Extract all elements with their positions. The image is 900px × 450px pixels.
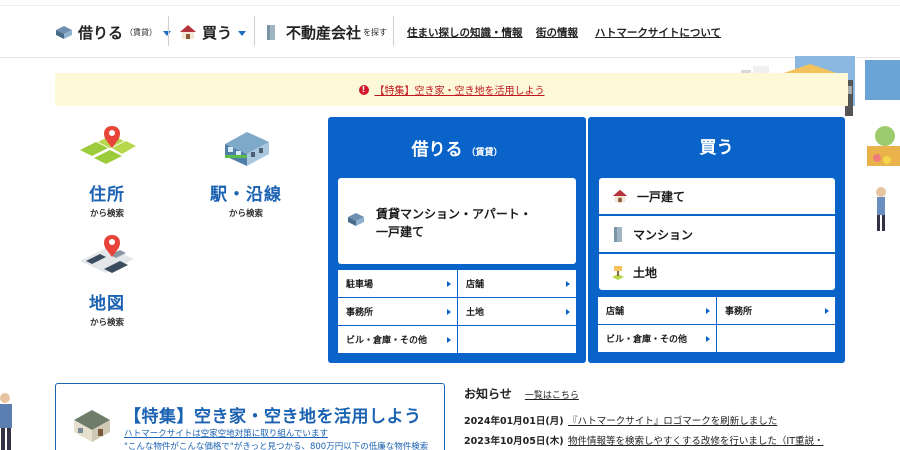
rent-panel-title: 借りる <box>411 140 463 160</box>
nav-company-button[interactable]: 不動産会社 を探す <box>264 20 387 44</box>
feature-title: 【特集】空き家・空き地を活用しよう <box>124 407 422 427</box>
search-map-title: 地図 <box>89 294 125 314</box>
nav-rent-sub: （賃貸） <box>125 27 158 37</box>
rent-apartment-line1: 賃貸マンション・アパート・ <box>376 207 532 221</box>
vacant-house-icon <box>74 410 110 442</box>
nav-about-link[interactable]: ハトマークサイトについて <box>595 25 721 40</box>
feature-line2-link[interactable]: "こんな物件がこんな価格で"がきっと見つかる、800万円以下の低廉な物件検索 <box>124 440 428 450</box>
feature-banner: ! 【特集】空き家・空き地を活用しよう <box>55 73 848 106</box>
news-item: 2023年10月05日(木) 物件情報等を検索しやすくする改修を行いました（IT… <box>464 433 824 447</box>
person-illustration <box>0 393 12 450</box>
land-sign-icon <box>612 266 624 280</box>
chevron-right-icon <box>825 307 829 314</box>
feature-banner-link[interactable]: 【特集】空き家・空き地を活用しよう <box>375 82 545 97</box>
news-list-link[interactable]: 一覧はこちら <box>525 391 579 401</box>
map-icon <box>80 235 134 273</box>
search-map-sub: から検索 <box>89 318 124 328</box>
news-heading: お知らせ <box>464 387 512 401</box>
nav-rent-label: 借りる <box>78 23 124 42</box>
chevron-right-icon <box>706 307 710 314</box>
rent-panel-title-sub: （賃貸） <box>466 148 503 158</box>
news-title-link[interactable]: 『ハトマークサイト』ロゴマークを刷新しました <box>568 413 777 427</box>
news-date: 2023年10月05日(木) <box>464 436 564 447</box>
train-icon <box>225 132 269 166</box>
page: 借りる （賃貸） 買う 不動産会社 を探す 住まい探しの知識・情報 街の情報 ハ… <box>0 0 900 450</box>
rent-panel-header: 借りる （賃貸） <box>328 117 586 177</box>
buy-house-link[interactable]: 一戸建て <box>599 178 835 214</box>
rent-building-other-link[interactable]: ビル・倉庫・その他 <box>338 326 457 353</box>
chevron-right-icon <box>566 280 570 287</box>
house-icon <box>612 189 628 203</box>
feature-box[interactable]: 【特集】空き家・空き地を活用しよう ハトマークサイトは空家空地対策に取り組んでい… <box>55 383 445 450</box>
apartment-icon <box>56 26 72 39</box>
rent-apartment-line2: 一戸建て <box>376 225 425 239</box>
chevron-right-icon <box>447 280 451 287</box>
news-date: 2024年01月01日(月) <box>464 416 564 427</box>
address-map-pin-icon <box>80 126 136 164</box>
chevron-right-icon <box>447 308 451 315</box>
chevron-right-icon <box>706 335 710 342</box>
chevron-right-icon <box>447 336 451 343</box>
house-icon <box>180 25 196 39</box>
apartment-icon <box>348 213 364 226</box>
nav-buy-button[interactable]: 買う <box>178 20 247 44</box>
rent-land-link[interactable]: 土地 <box>458 298 576 325</box>
search-address-title: 住所 <box>89 185 125 205</box>
top-nav: 借りる （賃貸） 買う 不動産会社 を探す 住まい探しの知識・情報 街の情報 ハ… <box>0 0 900 58</box>
building-icon <box>614 227 622 242</box>
buy-building-other-link[interactable]: ビル・倉庫・その他 <box>598 325 716 352</box>
buy-office-link[interactable]: 事務所 <box>717 297 835 324</box>
rent-office-link[interactable]: 事務所 <box>338 298 457 325</box>
alert-icon: ! <box>358 84 369 95</box>
buy-mansion-link[interactable]: マンション <box>599 216 835 252</box>
news-title-link[interactable]: 物件情報等を検索しやすくする改修を行いました（IT重説・ <box>568 433 824 447</box>
news-item: 2024年01月01日(月) 『ハトマークサイト』ロゴマークを刷新しました <box>464 413 777 427</box>
nav-company-label: 不動産会社 <box>286 23 362 42</box>
buy-store-link[interactable]: 店舗 <box>598 297 716 324</box>
rent-store-link[interactable]: 店舗 <box>458 270 576 297</box>
search-station-tile[interactable]: 駅・沿線 から検索 <box>206 122 286 219</box>
nav-rent-button[interactable]: 借りる （賃貸） <box>54 20 172 44</box>
rent-apartment-card[interactable]: 賃貸マンション・アパート・ 一戸建て <box>338 178 576 264</box>
buy-land-link[interactable]: 土地 <box>599 254 835 290</box>
buy-panel-title: 買う <box>699 138 734 158</box>
chevron-right-icon <box>566 308 570 315</box>
search-address-tile[interactable]: 住所 から検索 <box>70 124 144 219</box>
search-map-tile[interactable]: 地図 から検索 <box>72 233 142 328</box>
chevron-down-icon <box>238 30 247 36</box>
nav-buy-label: 買う <box>202 23 233 42</box>
nav-knowledge-link[interactable]: 住まい探しの知識・情報 <box>407 25 523 40</box>
search-address-sub: から検索 <box>89 209 124 219</box>
news-section: お知らせ 一覧はこちら <box>464 383 884 402</box>
search-station-title: 駅・沿線 <box>210 185 282 205</box>
nav-company-sub: を探す <box>363 27 388 37</box>
rent-parking-link[interactable]: 駐車場 <box>338 270 457 297</box>
nav-town-link[interactable]: 街の情報 <box>536 25 578 40</box>
search-station-sub: から検索 <box>228 209 263 219</box>
feature-line1-link[interactable]: ハトマークサイトは空家空地対策に取り組んでいます <box>124 427 328 439</box>
building-icon <box>267 25 275 40</box>
